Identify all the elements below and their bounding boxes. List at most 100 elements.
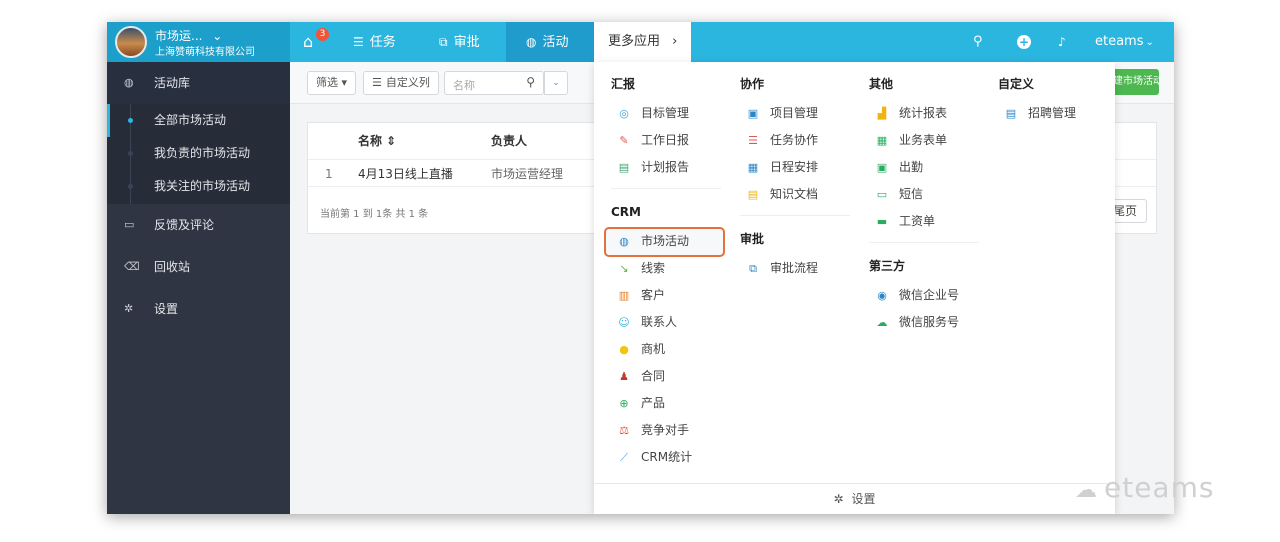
- brand-name: 市场运... ⌄: [155, 29, 223, 43]
- sidebar-subitem-all-activities[interactable]: 全部市场活动: [107, 104, 290, 137]
- home-button[interactable]: ⌂ 3: [303, 22, 333, 62]
- nav-activity[interactable]: ◍ 活动: [506, 22, 594, 62]
- menu-item-label: 联系人: [641, 315, 678, 329]
- submenu-dot: [128, 118, 133, 123]
- custom-columns-button[interactable]: ☰ 自定义列: [363, 71, 439, 95]
- menu-item-task-collab[interactable]: ☰ 任务协作: [746, 129, 818, 151]
- list-icon: ☰: [748, 134, 758, 147]
- group-title-crm: CRM: [611, 205, 641, 219]
- more-apps-dropdown: 汇报 ◎ 目标管理 ✎ 工作日报 ▤ 计划报告 CRM ◍ 市场活动 ↘ 线索 ▥ 客户 ☺…: [594, 62, 1115, 514]
- globe-icon: ◍: [124, 76, 134, 89]
- row-name[interactable]: 4月13日线上直播: [358, 160, 453, 188]
- menu-item-recruitment[interactable]: ▤ 招聘管理: [1004, 102, 1076, 124]
- menu-item-label: 微信企业号: [899, 288, 960, 302]
- nav-approval-label: 审批: [453, 35, 480, 50]
- wechat-icon: ☁: [1075, 478, 1098, 503]
- menu-item-opportunities[interactable]: ● 商机: [617, 338, 665, 360]
- menu-item-contacts[interactable]: ☺ 联系人: [617, 311, 677, 333]
- globe-product-icon: ⊕: [619, 397, 629, 410]
- org-switcher[interactable]: 市场运... ⌄ 上海赞萌科技有限公司: [107, 22, 290, 62]
- menu-item-crm-stats[interactable]: ⟋ CRM统计: [617, 446, 692, 468]
- menu-item-sms[interactable]: ▭ 短信: [875, 183, 923, 205]
- nav-approval[interactable]: ⧉ 审批: [439, 22, 480, 62]
- scale-icon: ⚖: [619, 424, 629, 437]
- contacts-icon: ☺: [618, 316, 630, 329]
- search-input[interactable]: 名称 ⚲: [444, 71, 544, 95]
- menu-item-attendance[interactable]: ▣ 出勤: [875, 156, 923, 178]
- comment-icon: ▭: [124, 218, 135, 231]
- menu-item-project-management[interactable]: ▣ 项目管理: [746, 102, 818, 124]
- nav-more-label: 更多应用: [608, 34, 661, 49]
- nav-more-apps[interactable]: 更多应用 ›: [594, 22, 691, 62]
- group-title-thirdparty: 第三方: [869, 259, 906, 273]
- chart-icon: ⟋: [620, 451, 628, 464]
- menu-item-contract[interactable]: ♟ 合同: [617, 365, 665, 387]
- column-header-name[interactable]: 名称 ⇕: [358, 123, 396, 159]
- menu-item-label: 计划报告: [641, 160, 690, 174]
- menu-item-wechat-enterprise[interactable]: ◉ 微信企业号: [875, 284, 959, 306]
- sidebar-subitem-label: 我关注的市场活动: [154, 179, 251, 193]
- menu-item-label: 招聘管理: [1028, 106, 1077, 120]
- sidebar-item-settings[interactable]: ✲ 设置: [107, 288, 290, 330]
- menu-item-plan-report[interactable]: ▤ 计划报告: [617, 156, 689, 178]
- sidebar-item-label: 活动库: [154, 76, 191, 90]
- menu-item-leads[interactable]: ↘ 线索: [617, 257, 665, 279]
- user-menu[interactable]: eteams ⌄: [1095, 22, 1154, 62]
- table-icon: ▦: [876, 134, 888, 147]
- menu-item-customers[interactable]: ▥ 客户: [617, 284, 665, 306]
- stamp-icon: ♟: [619, 370, 629, 383]
- search-dropdown-button[interactable]: ⌄: [544, 71, 568, 95]
- nav-tasks[interactable]: ☰ 任务: [353, 22, 396, 62]
- dropdown-settings-button[interactable]: ✲ 设置: [594, 483, 1115, 514]
- menu-item-label: 项目管理: [770, 106, 819, 120]
- list-icon: ☰: [353, 35, 364, 49]
- filter-button[interactable]: 筛选 ▾: [307, 71, 357, 95]
- menu-item-competitors[interactable]: ⚖ 竞争对手: [617, 419, 689, 441]
- globe-icon: ◍: [526, 35, 537, 49]
- menu-item-product[interactable]: ⊕ 产品: [617, 392, 665, 414]
- globe-icon: ◍: [619, 235, 629, 248]
- pager-info: 当前第 1 到 1条 共 1 条: [320, 209, 429, 220]
- sidebar-subitem-my-followed[interactable]: 我关注的市场活动: [107, 170, 290, 203]
- menu-item-payroll[interactable]: ▬ 工资单: [875, 210, 935, 232]
- nav-activity-label: 活动: [542, 35, 569, 50]
- bell-icon[interactable]: ♪: [1058, 22, 1066, 62]
- menu-item-stat-reports[interactable]: ▟ 统计报表: [875, 102, 947, 124]
- sidebar-subitem-label: 我负责的市场活动: [154, 146, 251, 160]
- search-icon[interactable]: ⚲: [526, 75, 535, 89]
- watermark: ☁ eteams: [1075, 468, 1214, 508]
- sidebar-item-recycle-bin[interactable]: ⌫ 回收站: [107, 246, 290, 288]
- menu-item-schedule[interactable]: ▦ 日程安排: [746, 156, 818, 178]
- form-icon: ▤: [1005, 107, 1017, 120]
- menu-item-knowledge-docs[interactable]: ▤ 知识文档: [746, 183, 818, 205]
- chevron-down-icon: ⌄: [212, 29, 223, 43]
- menu-item-approval-flow[interactable]: ⧉ 审批流程: [746, 257, 818, 279]
- submenu-dot: [128, 184, 133, 189]
- search-placeholder: 名称: [453, 79, 475, 92]
- menu-item-label: 产品: [641, 396, 666, 410]
- sidebar-item-activity-library[interactable]: ◍ 活动库: [107, 62, 290, 104]
- building-icon: ▥: [618, 289, 630, 302]
- menu-item-label: 线索: [641, 261, 666, 275]
- menu-item-business-forms[interactable]: ▦ 业务表单: [875, 129, 947, 151]
- sidebar-item-label: 回收站: [154, 260, 191, 274]
- search-icon[interactable]: ⚲: [973, 22, 983, 62]
- menu-item-label: 工作日报: [641, 133, 690, 147]
- menu-item-label: 审批流程: [770, 261, 819, 275]
- wechat-enterprise-icon: ◉: [877, 289, 887, 302]
- menu-item-goal-management[interactable]: ◎ 目标管理: [617, 102, 689, 124]
- menu-item-market-activity[interactable]: ◍ 市场活动: [617, 230, 689, 252]
- menu-item-work-daily[interactable]: ✎ 工作日报: [617, 129, 689, 151]
- avatar[interactable]: [115, 26, 147, 58]
- menu-item-label: 短信: [899, 187, 924, 201]
- menu-item-label: 微信服务号: [899, 315, 960, 329]
- menu-item-wechat-service[interactable]: ☁ 微信服务号: [875, 311, 960, 333]
- add-icon[interactable]: +: [1017, 35, 1031, 49]
- sidebar-subitem-my-owned[interactable]: 我负责的市场活动: [107, 137, 290, 170]
- project-icon: ▣: [747, 107, 759, 120]
- menu-item-label: 业务表单: [899, 133, 948, 147]
- sidebar-item-feedback[interactable]: ▭ 反馈及评论: [107, 204, 290, 246]
- coin-icon: ●: [619, 343, 629, 356]
- home-icon: ⌂: [303, 32, 314, 51]
- menu-item-label: 出勤: [899, 160, 924, 174]
